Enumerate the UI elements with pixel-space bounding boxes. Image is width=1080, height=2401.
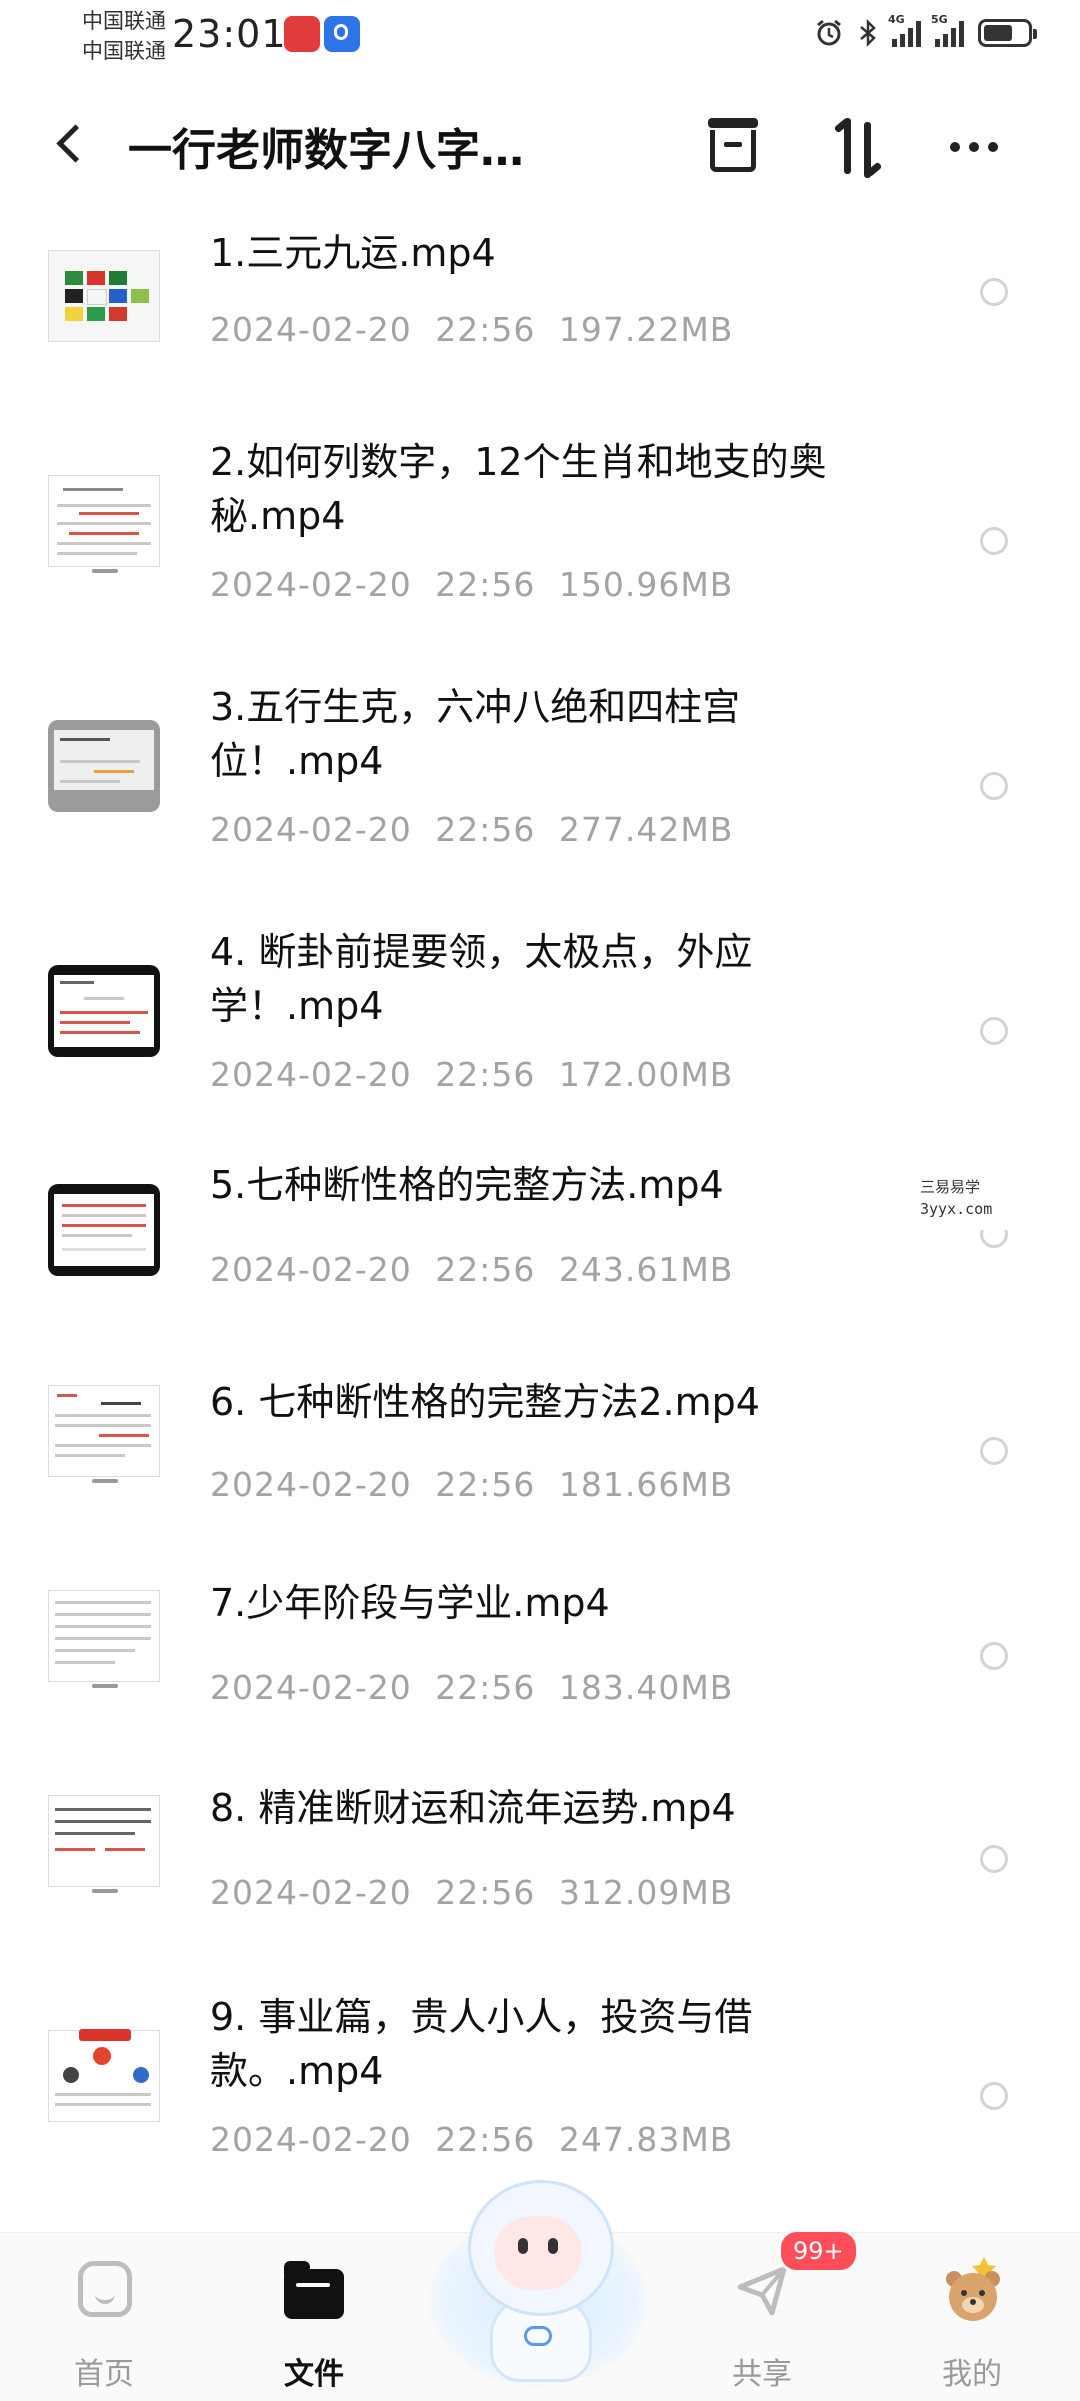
nav-label: 文件 (284, 2357, 344, 2392)
notification-badge: 99+ (778, 2229, 859, 2273)
select-radio[interactable] (980, 772, 1008, 800)
select-radio[interactable] (980, 1845, 1008, 1873)
page-title: 一行老师数字八字… (128, 125, 524, 176)
back-button[interactable] (44, 114, 104, 174)
bear-avatar-icon (946, 2257, 1000, 2321)
nav-files[interactable]: 文件 (234, 2233, 394, 2401)
video-thumbnail (48, 1375, 160, 1487)
system-icons: 4G 5G (814, 13, 1037, 48)
nav-share[interactable]: 99+ 共享 (682, 2229, 859, 2401)
file-name: 2.如何列数字，12个生肖和地支的奥秘.mp4 (210, 440, 827, 538)
carrier-label: 中国联通 (82, 9, 166, 33)
nav-label: 我的 (942, 2357, 1002, 2392)
file-meta: 2024-02-20 22:56 150.96MB (210, 565, 734, 604)
select-radio[interactable] (980, 527, 1008, 555)
file-meta: 2024-02-20 22:56 247.83MB (210, 2120, 734, 2159)
video-thumbnail (48, 1580, 160, 1692)
video-thumbnail (48, 2020, 160, 2132)
nav-mine[interactable]: 我的 (892, 2233, 1052, 2401)
signal-icon: 5G (931, 13, 964, 47)
bluetooth-icon (860, 18, 876, 48)
nav-label: 共享 (732, 2357, 792, 2392)
select-radio[interactable] (980, 1017, 1008, 1045)
list-item[interactable]: 1.三元九运.mp4 2024-02-20 22:56 197.22MB (0, 230, 1080, 430)
video-thumbnail (48, 465, 160, 577)
file-meta: 2024-02-20 22:56 243.61MB (210, 1250, 734, 1289)
file-meta: 2024-02-20 22:56 197.22MB (210, 310, 734, 349)
list-item[interactable]: 2.如何列数字，12个生肖和地支的奥秘.mp4 2024-02-20 22:56… (0, 435, 1080, 675)
cloud-logo-icon (524, 2326, 552, 2346)
file-meta: 2024-02-20 22:56 181.66MB (210, 1465, 734, 1504)
alarm-icon (817, 19, 841, 46)
select-radio[interactable] (980, 2082, 1008, 2110)
status-time: 23:01 (172, 12, 287, 56)
assistant-mascot-button[interactable] (428, 2176, 648, 2396)
file-name: 3.五行生克，六冲八绝和四柱宫位！.mp4 (210, 685, 741, 783)
list-item[interactable]: 6. 七种断性格的完整方法2.mp4 2024-02-20 22:56 181.… (0, 1375, 1080, 1575)
file-name: 7.少年阶段与学业.mp4 (210, 1581, 610, 1625)
carrier-label: 中国联通 (82, 39, 166, 63)
file-name: 9. 事业篇，贵人小人，投资与借款。.mp4 (210, 1995, 753, 2093)
video-thumbnail (48, 955, 160, 1067)
file-meta: 2024-02-20 22:56 183.40MB (210, 1668, 734, 1707)
nav-label: 首页 (74, 2357, 134, 2392)
more-options-button[interactable] (950, 112, 1020, 182)
video-thumbnail (48, 710, 160, 822)
archive-button[interactable] (700, 112, 770, 182)
file-name: 8. 精准断财运和流年运势.mp4 (210, 1786, 736, 1830)
sort-button[interactable] (826, 112, 896, 182)
status-bar: 中国联通 中国联通 23:01 4G 5G (0, 0, 1080, 80)
file-name: 5.七种断性格的完整方法.mp4 (210, 1163, 724, 1207)
select-radio[interactable] (980, 278, 1008, 306)
file-meta: 2024-02-20 22:56 277.42MB (210, 810, 734, 849)
watermark-line: 三易易学 (920, 1178, 981, 1196)
list-item[interactable]: 4. 断卦前提要领，太极点，外应学！.mp4 2024-02-20 22:56 … (0, 925, 1080, 1165)
file-meta: 2024-02-20 22:56 172.00MB (210, 1055, 734, 1094)
home-icon (78, 2261, 132, 2317)
list-item[interactable]: 7.少年阶段与学业.mp4 2024-02-20 22:56 183.40MB (0, 1580, 1080, 1780)
paper-plane-icon (734, 2263, 790, 2319)
list-item[interactable]: 8. 精准断财运和流年运势.mp4 2024-02-20 22:56 312.0… (0, 1785, 1080, 1985)
app-notification-icon (284, 16, 320, 52)
watermark-line: 3yyx.com (920, 1200, 993, 1218)
video-thumbnail (48, 1174, 160, 1286)
list-item[interactable]: 3.五行生克，六冲八绝和四柱宫位！.mp4 2024-02-20 22:56 2… (0, 680, 1080, 920)
video-thumbnail (48, 1785, 160, 1897)
select-radio[interactable] (980, 1642, 1008, 1670)
video-thumbnail (48, 240, 160, 352)
file-name: 4. 断卦前提要领，太极点，外应学！.mp4 (210, 930, 753, 1028)
signal-icon: 4G (888, 13, 921, 47)
watermark: 三易易学 3yyx.com (820, 1168, 1080, 1230)
app-notification-icon (324, 16, 360, 52)
file-meta: 2024-02-20 22:56 312.09MB (210, 1873, 734, 1912)
select-radio[interactable] (980, 1437, 1008, 1465)
folder-icon (284, 2261, 344, 2319)
nav-home[interactable]: 首页 (24, 2233, 184, 2401)
header: 一行老师数字八字… (0, 92, 1080, 202)
battery-icon (978, 19, 1037, 47)
file-name: 1.三元九运.mp4 (210, 231, 496, 275)
file-name: 6. 七种断性格的完整方法2.mp4 (210, 1380, 760, 1424)
